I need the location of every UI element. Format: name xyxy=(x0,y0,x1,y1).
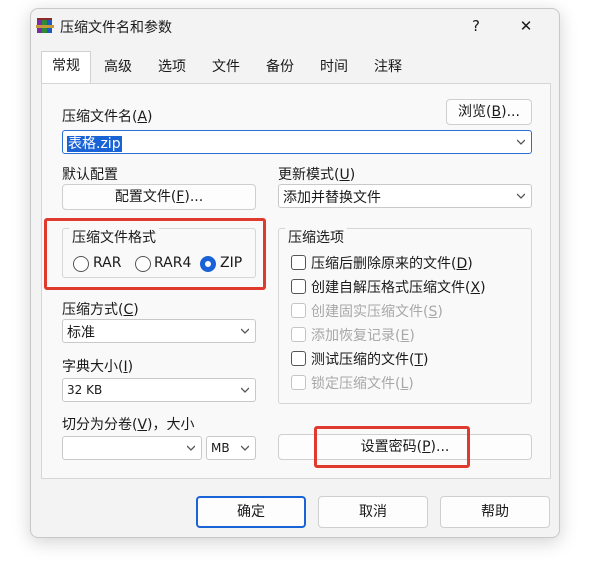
close-button[interactable]: ✕ xyxy=(515,15,537,37)
archive-format-title: 压缩文件格式 xyxy=(69,227,159,247)
delete-after-label: 压缩后删除原来的文件(D) xyxy=(311,256,473,272)
split-volumes-label: 切分为分卷(V)，大小 xyxy=(62,417,195,433)
general-tab-panel: 压缩文件名(A) 浏览(B)... 表格.zip 默认配置 配置文件(F)...… xyxy=(41,83,551,479)
update-mode-label: 更新模式(U) xyxy=(278,167,356,183)
chevron-down-icon xyxy=(517,193,525,199)
help-button[interactable]: 帮助 xyxy=(440,496,550,528)
update-mode-select[interactable]: 添加并替换文件 xyxy=(278,184,532,208)
radio-zip[interactable] xyxy=(200,256,216,272)
checkbox-test-files[interactable] xyxy=(291,351,306,366)
archive-name-combo[interactable]: 表格.zip xyxy=(62,130,532,154)
archive-name-and-parameters-dialog: 压缩文件名和参数 ? ✕ 常规 高级 选项 文件 备份 时间 注释 压缩文件名(… xyxy=(30,8,560,538)
test-files-label: 测试压缩的文件(T) xyxy=(311,352,429,368)
archive-format-group: 压缩文件格式 RAR RAR4 ZIP xyxy=(62,227,256,278)
checkbox-recovery-record xyxy=(291,327,306,342)
chevron-down-icon xyxy=(517,139,525,145)
dialog-title: 压缩文件名和参数 xyxy=(60,20,172,36)
radio-rar4-label: RAR4 xyxy=(154,255,192,271)
checkbox-solid-archive xyxy=(291,303,306,318)
tab-comment[interactable]: 注释 xyxy=(365,53,411,83)
archive-name-value: 表格.zip xyxy=(67,136,122,152)
tab-options[interactable]: 选项 xyxy=(149,53,195,83)
radio-rar4[interactable] xyxy=(135,256,151,272)
compression-method-label: 压缩方式(C) xyxy=(62,302,139,318)
dictionary-size-select[interactable]: 32 KB xyxy=(62,378,256,402)
tab-time[interactable]: 时间 xyxy=(311,53,357,83)
archiving-options-group: 压缩选项 压缩后删除原来的文件(D) 创建自解压格式压缩文件(X) 创建固实压缩… xyxy=(278,227,532,404)
split-size-combo[interactable] xyxy=(62,436,202,460)
tab-advanced[interactable]: 高级 xyxy=(95,53,141,83)
help-title-button[interactable]: ? xyxy=(465,15,487,37)
solid-archive-label: 创建固实压缩文件(S) xyxy=(311,304,443,320)
winrar-books-icon xyxy=(36,18,54,33)
tab-files[interactable]: 文件 xyxy=(203,53,249,83)
tab-backup[interactable]: 备份 xyxy=(257,53,303,83)
profiles-button[interactable]: 配置文件(F)... xyxy=(62,184,256,210)
recovery-record-label: 添加恢复记录(E) xyxy=(311,328,415,344)
checkbox-delete-after[interactable] xyxy=(291,255,306,270)
default-profile-label: 默认配置 xyxy=(62,167,118,183)
set-password-button[interactable]: 设置密码(P)... xyxy=(278,434,532,460)
cancel-button[interactable]: 取消 xyxy=(318,496,428,528)
lock-archive-label: 锁定压缩文件(L) xyxy=(311,376,414,392)
compression-method-select[interactable]: 标准 xyxy=(62,319,256,343)
radio-zip-label: ZIP xyxy=(220,255,243,271)
dictionary-size-label: 字典大小(I) xyxy=(62,359,134,375)
split-unit-select[interactable]: MB xyxy=(206,436,256,460)
ok-button[interactable]: 确定 xyxy=(196,496,306,528)
chevron-down-icon xyxy=(241,445,249,451)
chevron-down-icon xyxy=(187,445,195,451)
title-bar: 压缩文件名和参数 ? ✕ xyxy=(31,9,559,43)
browse-button[interactable]: 浏览(B)... xyxy=(446,99,532,125)
chevron-down-icon xyxy=(241,328,249,334)
checkbox-create-sfx[interactable] xyxy=(291,279,306,294)
radio-rar[interactable] xyxy=(73,256,89,272)
checkbox-lock-archive xyxy=(291,375,306,390)
tab-general[interactable]: 常规 xyxy=(41,51,91,83)
create-sfx-label: 创建自解压格式压缩文件(X) xyxy=(311,280,486,296)
archive-name-label: 压缩文件名(A) xyxy=(62,109,153,125)
radio-rar-label: RAR xyxy=(93,255,122,271)
chevron-down-icon xyxy=(241,387,249,393)
archiving-options-title: 压缩选项 xyxy=(285,227,347,247)
